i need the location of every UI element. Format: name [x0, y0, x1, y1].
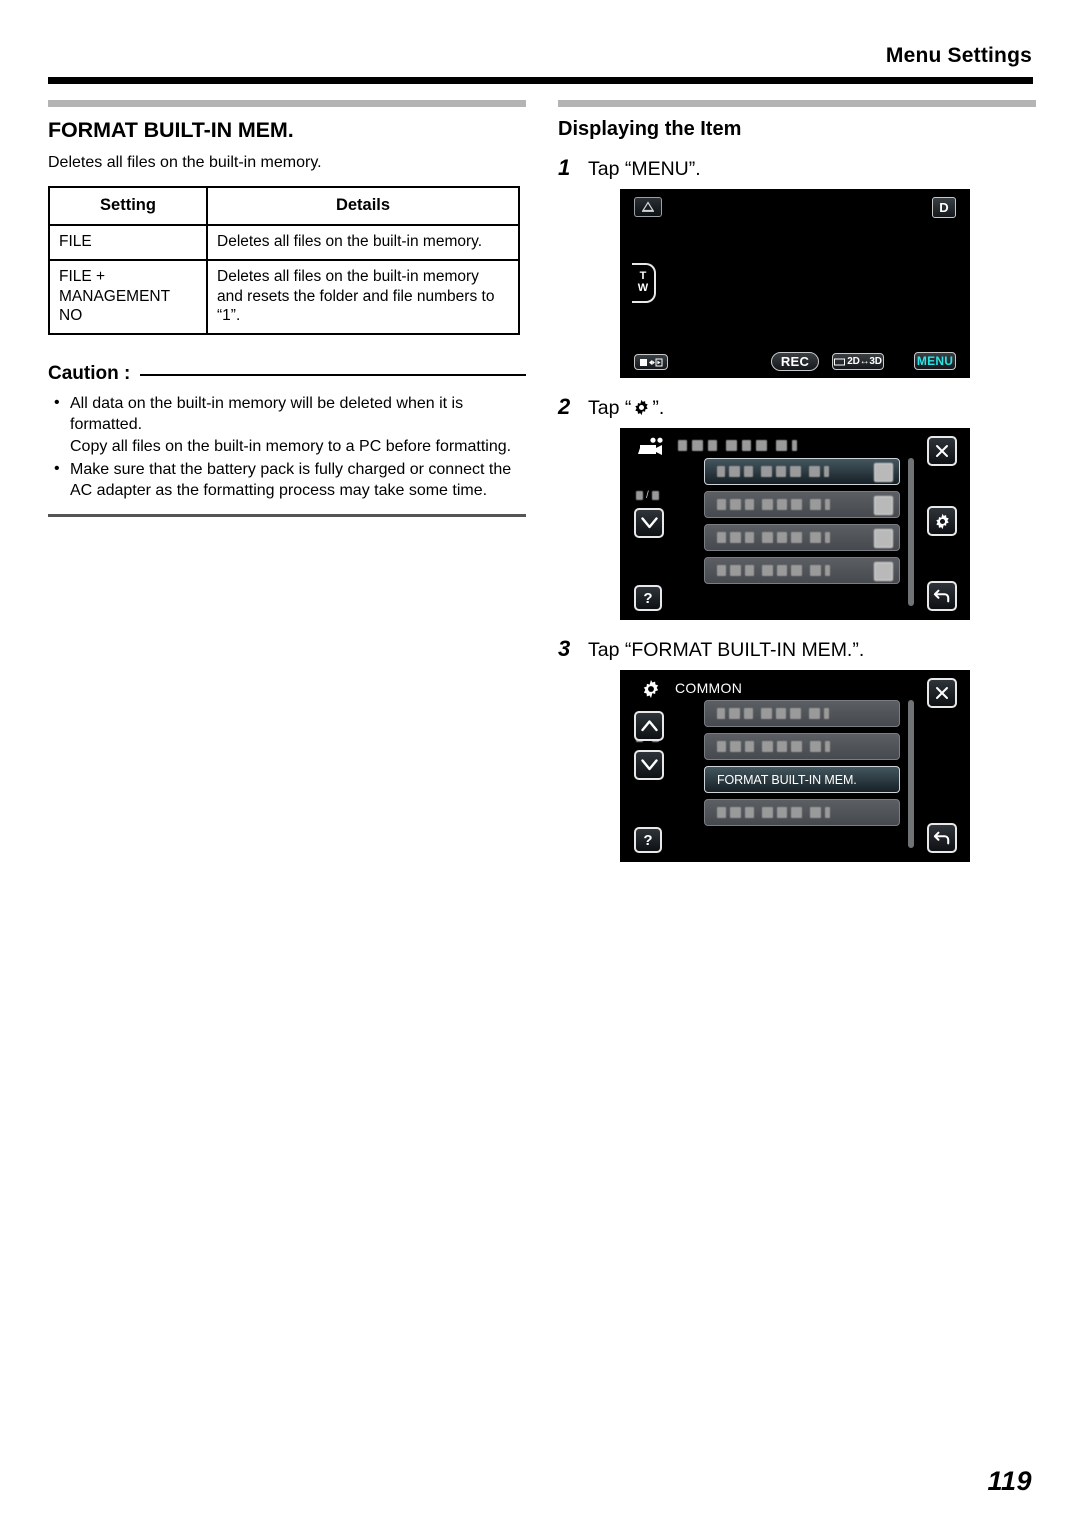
- list-item[interactable]: [704, 458, 900, 485]
- close-icon[interactable]: [927, 678, 957, 708]
- list-item[interactable]: [704, 700, 900, 727]
- step-3: 3 Tap “FORMAT BUILT-IN MEM.”.: [558, 636, 1036, 662]
- menu-list: FORMAT BUILT-IN MEM.: [704, 700, 900, 832]
- step-2: 2 Tap “ ”.: [558, 394, 1036, 420]
- settings-table: Setting Details FILE Deletes all files o…: [48, 185, 520, 336]
- table-header-details: Details: [206, 185, 520, 226]
- list-item-label-redacted: [717, 741, 830, 752]
- scroll-down-button[interactable]: [634, 508, 664, 538]
- page-header: Menu Settings: [48, 44, 1032, 68]
- menu-list: [704, 458, 900, 590]
- caution-bottom-rule: [48, 513, 526, 517]
- list-item-label-redacted: [717, 532, 830, 543]
- list-item-thumbnail: [874, 562, 893, 581]
- caution-heading: Caution :: [48, 363, 526, 385]
- menu-screen-common: COMMON / ?: [620, 670, 970, 862]
- gear-icon: [632, 398, 651, 417]
- step-1: 1 Tap “MENU”.: [558, 155, 1036, 181]
- list-item-label-redacted: [717, 807, 830, 818]
- help-button[interactable]: ?: [634, 585, 662, 611]
- mode-2d-3d-label: 2D↔3D: [847, 356, 882, 367]
- mode-2d-3d-button[interactable]: 2D↔3D: [832, 353, 884, 370]
- list-item-label-redacted: [717, 499, 830, 510]
- list-item-label: FORMAT BUILT-IN MEM.: [717, 772, 857, 787]
- scrollbar[interactable]: [908, 700, 914, 848]
- camera-recording-screen: D T W REC 2D↔3D MENU: [620, 189, 970, 378]
- step-instruction-prefix: Tap “: [588, 397, 632, 419]
- table-cell-details: Deletes all files on the built-in memory…: [206, 258, 520, 336]
- list-item[interactable]: [704, 557, 900, 584]
- tripod-icon: [634, 197, 662, 217]
- list-item-thumbnail: [874, 496, 893, 515]
- back-arrow-icon[interactable]: [927, 823, 957, 853]
- list-item: Make sure that the battery pack is fully…: [48, 458, 526, 502]
- table-cell-setting: FILE + MANAGEMENT NO: [48, 258, 208, 336]
- scrollbar[interactable]: [908, 458, 914, 606]
- page-indicator: /: [636, 490, 659, 501]
- section-accent-bar-right: [558, 100, 1036, 107]
- list-item: All data on the built-in memory will be …: [48, 392, 526, 457]
- gear-icon: [636, 678, 666, 700]
- page-number: 119: [987, 1466, 1032, 1496]
- step-instruction: Tap “FORMAT BUILT-IN MEM.”.: [588, 639, 865, 661]
- step-instruction-suffix: ”.: [652, 397, 665, 419]
- left-column: FORMAT BUILT-IN MEM. Deletes all files o…: [48, 100, 526, 517]
- table-header-setting: Setting: [48, 185, 208, 226]
- list-item-label-redacted: [717, 565, 830, 576]
- help-button[interactable]: ?: [634, 827, 662, 853]
- table-row: FILE + MANAGEMENT NO Deletes all files o…: [48, 258, 520, 336]
- record-button[interactable]: REC: [771, 352, 819, 371]
- table-header-row: Setting Details: [48, 185, 520, 226]
- step-number: 3: [558, 636, 571, 661]
- scroll-down-button[interactable]: [634, 750, 664, 780]
- close-icon[interactable]: [927, 436, 957, 466]
- list-item-label-redacted: [717, 466, 829, 477]
- camcorder-icon: [636, 436, 666, 458]
- list-item[interactable]: [704, 491, 900, 518]
- menu-button[interactable]: MENU: [914, 352, 956, 370]
- right-column: Displaying the Item 1 Tap “MENU”. D T W: [558, 100, 1036, 878]
- section-accent-bar-left: [48, 100, 526, 107]
- list-item[interactable]: [704, 733, 900, 760]
- list-item-thumbnail: [874, 463, 893, 482]
- zoom-slider-control[interactable]: T W: [632, 263, 656, 303]
- play-record-switch-icon[interactable]: [634, 354, 668, 370]
- scroll-up-button[interactable]: [634, 711, 664, 741]
- list-item-format-built-in-mem[interactable]: FORMAT BUILT-IN MEM.: [704, 766, 900, 793]
- header-divider-rule: [48, 77, 1033, 84]
- list-item[interactable]: [704, 524, 900, 551]
- caution-label: Caution :: [48, 363, 131, 385]
- table-row: FILE Deletes all files on the built-in m…: [48, 223, 520, 261]
- list-item-thumbnail: [874, 529, 893, 548]
- zoom-wide-label: W: [637, 282, 649, 294]
- menu-title-redacted: [678, 440, 797, 451]
- step-instruction: Tap “MENU”.: [588, 158, 701, 180]
- list-item[interactable]: [704, 799, 900, 826]
- step-number: 1: [558, 155, 571, 180]
- back-arrow-icon[interactable]: [927, 581, 957, 611]
- d-badge-icon: D: [932, 197, 956, 218]
- menu-screen-title: COMMON: [675, 680, 743, 696]
- gear-icon[interactable]: [927, 506, 957, 536]
- table-cell-details: Deletes all files on the built-in memory…: [206, 223, 520, 261]
- subsection-title: Displaying the Item: [558, 118, 742, 140]
- table-cell-setting: FILE: [48, 223, 208, 261]
- menu-screen-top-level: / ?: [620, 428, 970, 620]
- caution-list: All data on the built-in memory will be …: [48, 392, 526, 502]
- list-item-label-redacted: [717, 708, 829, 719]
- section-description: Deletes all files on the built-in memory…: [48, 154, 322, 171]
- caution-heading-rule: [140, 374, 526, 377]
- page-title: FORMAT BUILT-IN MEM.: [48, 118, 294, 142]
- step-number: 2: [558, 394, 571, 419]
- running-head-title: Menu Settings: [885, 44, 1032, 67]
